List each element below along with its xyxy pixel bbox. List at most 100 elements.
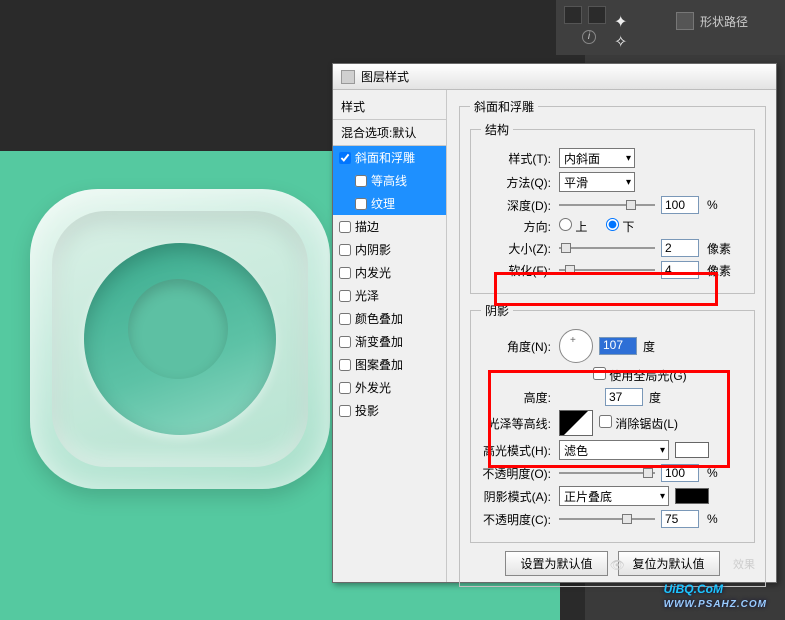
style-checkbox[interactable] [339, 336, 351, 348]
style-item-label: 图案叠加 [355, 356, 403, 373]
toolbar-icon[interactable] [588, 6, 606, 24]
watermark: UiBQ.CoM WWW.PSAHZ.COM [664, 576, 767, 610]
top-options-bar: i ✦ ✧ 形状路径 [556, 0, 785, 55]
style-item[interactable]: 描边 [333, 215, 446, 238]
toolbar-icon[interactable] [564, 6, 582, 24]
style-checkbox[interactable] [339, 221, 351, 233]
style-checkbox[interactable] [355, 175, 367, 187]
highlight-color-swatch[interactable] [675, 442, 709, 458]
shape-path-label: 形状路径 [700, 13, 748, 30]
make-default-button[interactable]: 设置为默认值 [505, 551, 607, 576]
shading-group: 阴影 角度(N): 107 度 使用全局光(G) 高度: 度 [470, 302, 755, 543]
layer-thumb-icon [676, 12, 694, 30]
style-checkbox[interactable] [339, 267, 351, 279]
technique-select[interactable]: 平滑 [559, 172, 635, 192]
structure-title: 结构 [481, 121, 513, 138]
layer-style-dialog: 图层样式 样式 混合选项:默认 斜面和浮雕等高线纹理描边内阴影内发光光泽颜色叠加… [332, 63, 777, 583]
style-checkbox[interactable] [339, 152, 351, 164]
direction-down-radio[interactable]: 下 [606, 218, 634, 235]
style-item[interactable]: 颜色叠加 [333, 307, 446, 330]
soften-input[interactable] [661, 261, 699, 279]
style-item-label: 内发光 [355, 264, 391, 281]
dialog-title: 图层样式 [361, 64, 409, 90]
style-item-label: 颜色叠加 [355, 310, 403, 327]
shading-title: 阴影 [481, 302, 513, 319]
style-item-label: 纹理 [371, 195, 395, 212]
angle-unit: 度 [643, 338, 655, 355]
rendered-icon [30, 189, 330, 489]
anti-alias-checkbox[interactable]: 消除锯齿(L) [599, 415, 678, 432]
style-item[interactable]: 等高线 [333, 169, 446, 192]
style-item-label: 外发光 [355, 379, 391, 396]
style-item[interactable]: 图案叠加 [333, 353, 446, 376]
angle-input[interactable]: 107 [599, 337, 637, 355]
reset-default-button[interactable]: 复位为默认值 [618, 551, 720, 576]
highlight-mode-select[interactable]: 滤色 [559, 440, 669, 460]
depth-input[interactable] [661, 196, 699, 214]
style-checkbox[interactable] [355, 198, 367, 210]
shadow-mode-select[interactable]: 正片叠底 [559, 486, 669, 506]
dialog-titlebar[interactable]: 图层样式 [333, 64, 776, 90]
style-item-label: 光泽 [355, 287, 379, 304]
gloss-contour-picker[interactable] [559, 410, 593, 436]
global-light-checkbox[interactable]: 使用全局光(G) [593, 367, 687, 384]
altitude-input[interactable] [605, 388, 643, 406]
shadow-color-swatch[interactable] [675, 488, 709, 504]
style-item-label: 渐变叠加 [355, 333, 403, 350]
altitude-label: 高度: [481, 389, 551, 406]
structure-group: 结构 样式(T): 内斜面 方法(Q): 平滑 深度(D): % [470, 121, 755, 294]
bevel-group-title: 斜面和浮雕 [470, 98, 538, 115]
direction-label: 方向: [481, 218, 551, 235]
style-item[interactable]: 斜面和浮雕 [333, 146, 446, 169]
style-item[interactable]: 渐变叠加 [333, 330, 446, 353]
blend-options-header[interactable]: 混合选项:默认 [333, 120, 446, 146]
styles-sidebar: 样式 混合选项:默认 斜面和浮雕等高线纹理描边内阴影内发光光泽颜色叠加渐变叠加图… [333, 90, 447, 582]
style-checkbox[interactable] [339, 359, 351, 371]
bevel-group: 斜面和浮雕 结构 样式(T): 内斜面 方法(Q): 平滑 深度(D): [459, 98, 766, 587]
shadow-opacity-input[interactable] [661, 510, 699, 528]
fx-label: 效果 [733, 556, 755, 572]
style-item[interactable]: 外发光 [333, 376, 446, 399]
style-checkbox[interactable] [339, 382, 351, 394]
style-checkbox[interactable] [339, 290, 351, 302]
shape-path-indicator: 形状路径 [676, 12, 748, 30]
highlight-opacity-slider[interactable] [559, 466, 655, 480]
wand-tool-icon[interactable]: ✧ [614, 32, 627, 52]
depth-unit: % [707, 198, 718, 212]
angle-dial[interactable] [559, 329, 593, 363]
info-icon[interactable]: i [582, 30, 596, 44]
gloss-contour-label: 光泽等高线: [481, 415, 551, 432]
style-item[interactable]: 内发光 [333, 261, 446, 284]
style-select[interactable]: 内斜面 [559, 148, 635, 168]
style-item[interactable]: 纹理 [333, 192, 446, 215]
style-checkbox[interactable] [339, 244, 351, 256]
highlight-opacity-input[interactable] [661, 464, 699, 482]
style-item-label: 等高线 [371, 172, 407, 189]
style-item[interactable]: 光泽 [333, 284, 446, 307]
direction-up-radio[interactable]: 上 [559, 218, 587, 235]
style-label: 样式(T): [481, 150, 551, 167]
shadow-mode-label: 阴影模式(A): [481, 488, 551, 505]
size-label: 大小(Z): [481, 240, 551, 257]
bevel-panel: 斜面和浮雕 结构 样式(T): 内斜面 方法(Q): 平滑 深度(D): [447, 90, 776, 582]
size-slider[interactable] [559, 241, 655, 255]
style-item-label: 描边 [355, 218, 379, 235]
soften-label: 软化(F): [481, 262, 551, 279]
angle-label: 角度(N): [481, 338, 551, 355]
visibility-eye-icon[interactable]: 👁 [610, 558, 625, 572]
soften-unit: 像素 [707, 262, 731, 279]
style-item[interactable]: 投影 [333, 399, 446, 422]
style-item-label: 投影 [355, 402, 379, 419]
style-item-label: 内阴影 [355, 241, 391, 258]
soften-slider[interactable] [559, 263, 655, 277]
size-unit: 像素 [707, 240, 731, 257]
size-input[interactable] [661, 239, 699, 257]
shadow-opacity-slider[interactable] [559, 512, 655, 526]
depth-slider[interactable] [559, 198, 655, 212]
style-checkbox[interactable] [339, 405, 351, 417]
styles-header[interactable]: 样式 [333, 94, 446, 120]
style-checkbox[interactable] [339, 313, 351, 325]
highlight-opacity-label: 不透明度(O): [481, 465, 551, 482]
style-item[interactable]: 内阴影 [333, 238, 446, 261]
star-tool-icon[interactable]: ✦ [614, 12, 627, 32]
